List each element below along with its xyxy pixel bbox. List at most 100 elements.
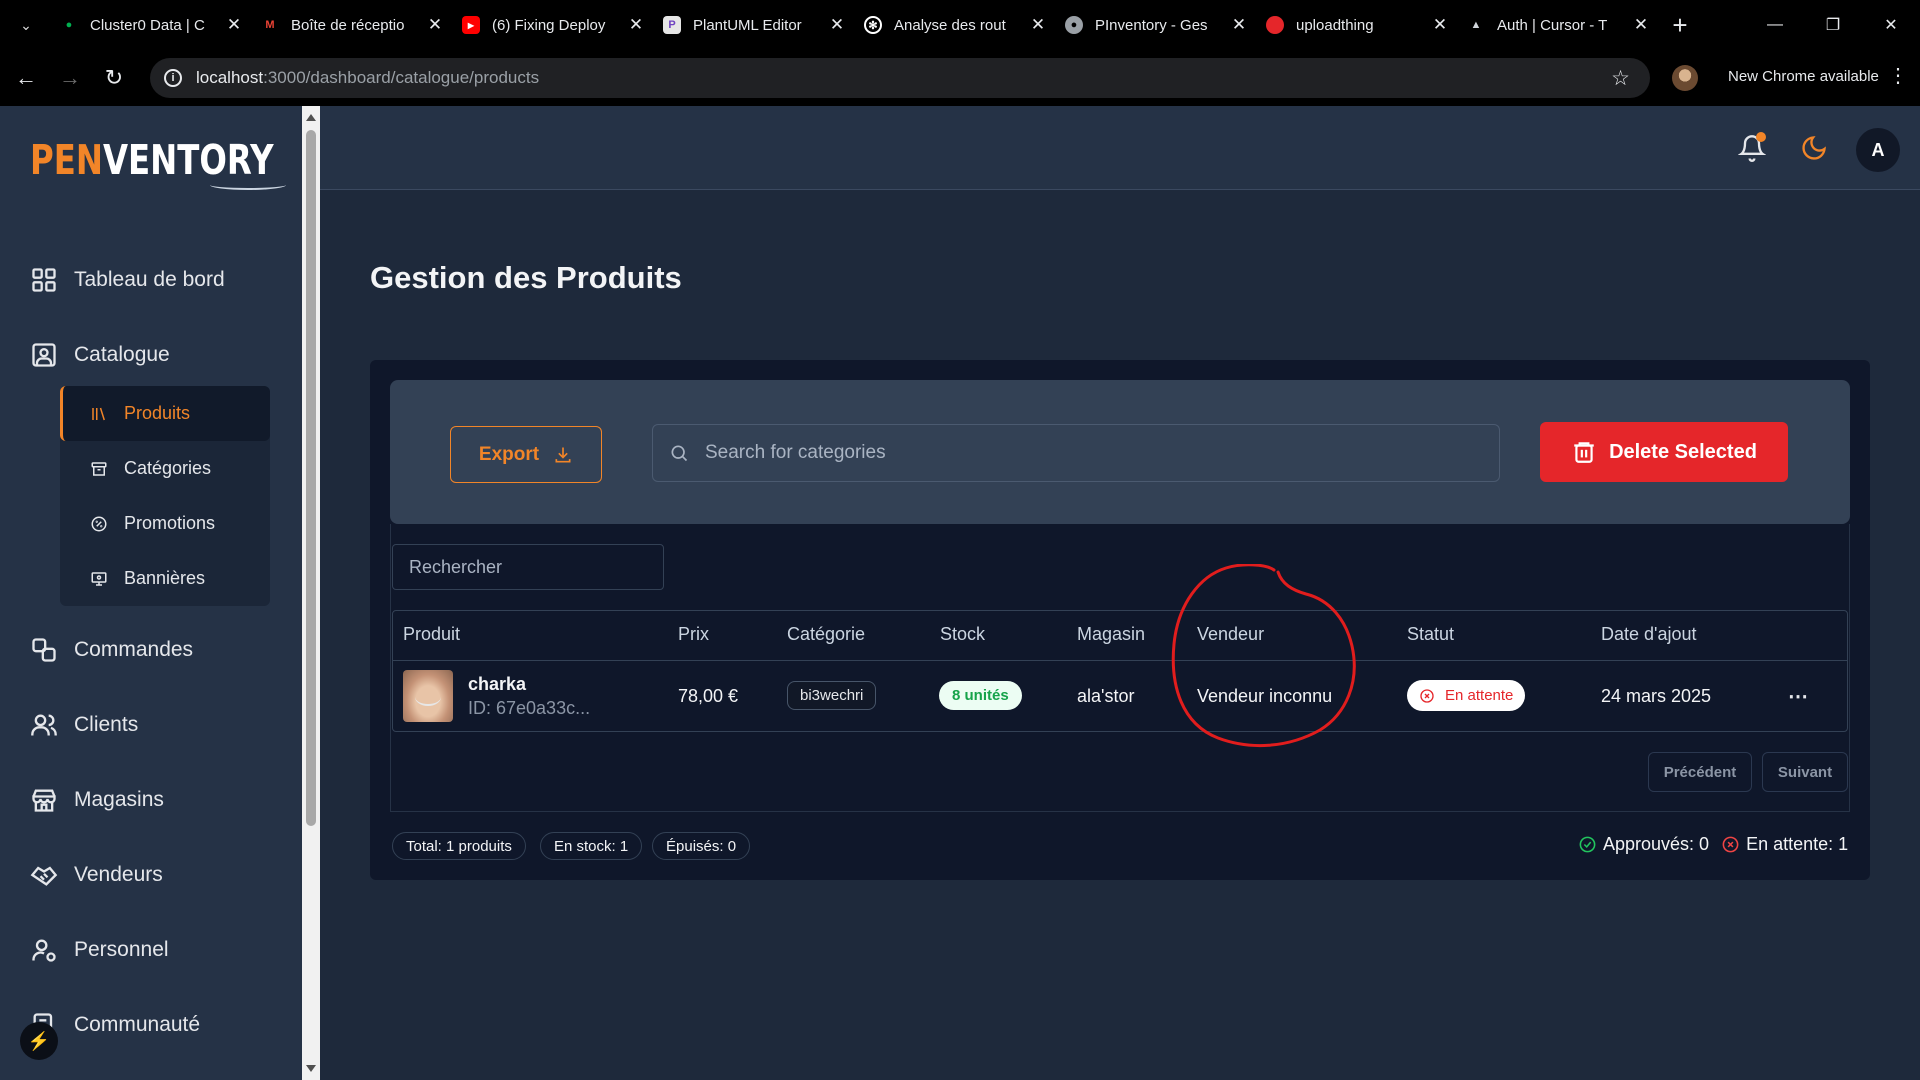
moon-icon[interactable] [1800, 134, 1828, 162]
bookmark-star-icon[interactable]: ☆ [1611, 66, 1630, 91]
sidebar-subitem-promotions[interactable]: Promotions [60, 496, 270, 551]
close-icon[interactable]: ✕ [1029, 15, 1047, 35]
close-icon[interactable]: ✕ [828, 15, 846, 35]
sidebar-item-vendeurs[interactable]: Vendeurs [30, 861, 163, 889]
previous-page-button[interactable]: Précédent [1648, 752, 1752, 792]
close-window-icon[interactable]: ✕ [1862, 0, 1920, 50]
sidebar-subitem-categories[interactable]: Catégories [60, 441, 270, 496]
browser-tab[interactable]: M Boîte de réceptio ✕ [253, 0, 454, 50]
user-cog-icon [32, 939, 56, 962]
close-icon[interactable]: ✕ [1431, 15, 1449, 35]
category-badge: bi3wechri [787, 681, 877, 710]
row-actions-icon[interactable]: ⋯ [1788, 684, 1809, 709]
close-icon[interactable]: ✕ [426, 15, 444, 35]
sidebar-item-personnel[interactable]: Personnel [30, 936, 169, 964]
scrollbar-thumb[interactable] [306, 130, 316, 826]
page-title: Gestion des Produits [370, 260, 682, 295]
user-avatar[interactable]: A [1856, 128, 1900, 172]
reload-icon[interactable]: ↻ [96, 60, 132, 96]
sidebar-item-label: Catalogue [74, 343, 170, 366]
close-icon[interactable]: ✕ [1632, 15, 1650, 35]
tab-title: Cluster0 Data | C [90, 16, 205, 34]
tab-title: Analyse des rout [894, 16, 1006, 34]
status-badge: En attente [1407, 680, 1526, 711]
profile-avatar[interactable] [1672, 65, 1698, 91]
product-thumbnail[interactable] [403, 670, 453, 722]
uploadthing-icon [1266, 16, 1284, 34]
browser-tab[interactable]: ▲ Auth | Cursor - T ✕ [1459, 0, 1660, 50]
cursor-icon: ▲ [1470, 19, 1482, 31]
column-header-statut[interactable]: Statut [1407, 624, 1454, 645]
logo-pen: PEN [30, 136, 103, 184]
sidebar-item-magasins[interactable]: Magasins [30, 786, 164, 814]
next-page-button[interactable]: Suivant [1762, 752, 1848, 792]
sidebar-item-tableau-de-bord[interactable]: Tableau de bord [30, 266, 225, 294]
scroll-up-arrow-icon[interactable] [306, 114, 316, 121]
address-bar[interactable]: i localhost:3000/dashboard/catalogue/pro… [150, 58, 1650, 98]
browser-tab[interactable]: P PlantUML Editor ✕ [655, 0, 856, 50]
column-header-produit[interactable]: Produit [403, 624, 460, 645]
lightning-bolt-icon[interactable]: ⚡ [20, 1022, 58, 1060]
scroll-down-arrow-icon[interactable] [306, 1065, 316, 1072]
sidebar-subitem-bannieres[interactable]: Bannières [60, 551, 270, 606]
sidebar-item-catalogue[interactable]: Catalogue [30, 341, 170, 369]
close-icon[interactable]: ✕ [1230, 15, 1248, 35]
back-arrow-icon[interactable]: ← [8, 60, 44, 96]
column-header-date-ajout[interactable]: Date d'ajout [1601, 624, 1697, 645]
forward-arrow-icon[interactable]: → [52, 60, 88, 96]
penventory-logo[interactable]: PENVENTORY [30, 136, 274, 184]
category-search-placeholder: Search for categories [705, 442, 886, 463]
in-stock-pill: En stock: 1 [540, 832, 643, 860]
url-host: localhost [196, 68, 264, 87]
column-header-categorie[interactable]: Catégorie [787, 624, 865, 645]
stock-badge: 8 unités [939, 681, 1022, 710]
table-header-divider [392, 660, 1848, 661]
delete-selected-button[interactable]: Delete Selected [1540, 422, 1788, 482]
browser-tab[interactable]: ● Cluster0 Data | C ✕ [52, 0, 253, 50]
sidebar-subitem-produits[interactable]: Produits [60, 386, 270, 441]
close-icon[interactable]: ✕ [225, 15, 243, 35]
product-filter-input[interactable]: Rechercher [392, 544, 664, 590]
column-header-stock[interactable]: Stock [940, 624, 985, 645]
search-icon [671, 445, 688, 462]
tab-title: Boîte de réceptio [291, 16, 405, 34]
sidebar-subitem-label: Bannières [124, 568, 206, 588]
minimize-icon[interactable]: — [1746, 0, 1804, 50]
product-filter-placeholder: Rechercher [409, 556, 503, 577]
category-search-input[interactable]: Search for categories [652, 424, 1500, 482]
youtube-icon: ▶ [462, 16, 480, 34]
column-header-prix[interactable]: Prix [678, 624, 709, 645]
site-info-icon[interactable]: i [164, 69, 182, 87]
product-id: ID: 67e0a33c... [468, 698, 591, 718]
chrome-menu-icon[interactable]: ⋮ [1888, 63, 1908, 88]
product-date: 24 mars 2025 [1601, 686, 1712, 706]
sidebar-item-clients[interactable]: Clients [30, 711, 138, 739]
x-circle-icon [1722, 836, 1739, 853]
browser-toolbar: ← → ↻ i localhost:3000/dashboard/catalog… [0, 50, 1920, 106]
product-seller: Vendeur inconnu [1197, 686, 1333, 706]
browser-tab[interactable]: ▶ (6) Fixing Deploy ✕ [454, 0, 655, 50]
restore-icon[interactable]: ❐ [1804, 0, 1862, 50]
logo-underline [210, 180, 286, 190]
browser-tab[interactable]: uploadthing ✕ [1258, 0, 1459, 50]
close-icon[interactable]: ✕ [627, 15, 645, 35]
sidebar-subitem-label: Catégories [124, 458, 212, 478]
sidebar-item-commandes[interactable]: Commandes [30, 636, 193, 664]
column-header-magasin[interactable]: Magasin [1077, 624, 1145, 645]
pending-count: En attente: 1 [1746, 834, 1849, 854]
browser-tab[interactable]: ● PInventory - Ges ✕ [1057, 0, 1258, 50]
new-tab-button[interactable]: + [1660, 0, 1700, 50]
new-chrome-available[interactable]: New Chrome available [1728, 68, 1879, 85]
column-header-vendeur[interactable]: Vendeur [1197, 624, 1264, 645]
export-button[interactable]: Export [450, 426, 602, 483]
browser-tab-strip: ⌄ ● Cluster0 Data | C ✕ M Boîte de récep… [0, 0, 1920, 50]
browser-tab[interactable]: ✻ Analyse des rout ✕ [856, 0, 1057, 50]
product-name[interactable]: charka [468, 674, 526, 695]
url-path: :3000/dashboard/catalogue/products [263, 68, 540, 87]
sidebar-scrollbar[interactable] [302, 106, 320, 1080]
tab-search-button[interactable]: ⌄ [0, 0, 52, 50]
tab-title: PlantUML Editor [693, 16, 802, 34]
out-of-stock-pill: Épuisés: 0 [652, 832, 751, 860]
product-store: ala'stor [1077, 686, 1135, 706]
tab-title: Auth | Cursor - T [1497, 16, 1608, 34]
